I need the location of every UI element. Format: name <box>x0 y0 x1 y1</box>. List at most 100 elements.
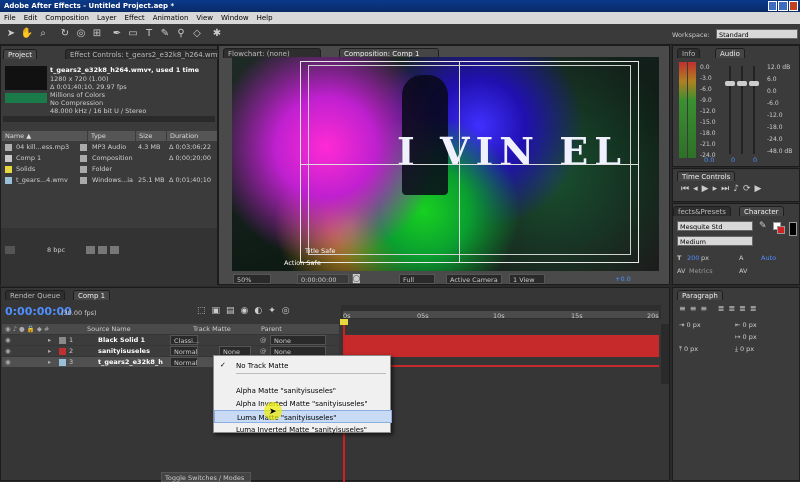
column-size[interactable]: Size <box>136 131 166 141</box>
font-family-select[interactable]: Mesquite Std <box>677 221 753 231</box>
composition-viewer[interactable]: I VIN EL Title Safe Action Safe <box>232 57 659 271</box>
minimize-button[interactable] <box>768 1 778 11</box>
menu-edit[interactable]: Edit <box>20 12 42 24</box>
zoom-select[interactable]: 50% <box>233 274 271 284</box>
close-button[interactable] <box>788 1 798 11</box>
audio-slider-thumb-center[interactable] <box>737 81 747 86</box>
menu-effect[interactable]: Effect <box>121 12 149 24</box>
visibility-icon[interactable]: ◉ <box>5 347 11 355</box>
menu-help[interactable]: Help <box>253 12 277 24</box>
kerning-value[interactable]: Metrics <box>689 267 713 275</box>
tab-character[interactable]: Character <box>739 206 784 216</box>
hand-tool-icon[interactable]: ✋ <box>20 27 34 41</box>
item-label-swatch[interactable] <box>80 155 87 162</box>
expand-triangle-icon[interactable]: ▸ <box>48 347 51 355</box>
font-style-select[interactable]: Medium <box>677 236 753 246</box>
layer-duration-bar[interactable] <box>345 335 659 346</box>
audio-level-center[interactable]: 0 <box>731 156 735 164</box>
layer-source-name[interactable]: Black Solid 1 <box>98 336 145 344</box>
search-field[interactable] <box>3 116 215 122</box>
tab-effects-presets[interactable]: fects&Presets <box>673 206 731 216</box>
source-name-header[interactable]: Source Name <box>87 325 131 333</box>
visibility-icon[interactable]: ◉ <box>5 358 11 366</box>
track-matte-option[interactable]: Alpha Matte "sanityisuseles" <box>214 384 392 397</box>
space-after-value[interactable]: ⤓ 0 px <box>735 345 754 354</box>
loop-icon[interactable]: ⟳ <box>743 184 755 194</box>
leading-value[interactable]: Auto <box>761 254 776 262</box>
indent-first-value[interactable]: ↦ 0 px <box>735 333 757 341</box>
menu-animation[interactable]: Animation <box>149 12 193 24</box>
track-matte-option[interactable]: Luma Matte "sanityisuseles" <box>214 410 392 423</box>
tab-paragraph[interactable]: Paragraph <box>677 290 723 300</box>
track-matte-option[interactable]: Luma Inverted Matte "sanityisuseles" <box>214 423 392 436</box>
timeline-scrollbar[interactable] <box>661 324 669 384</box>
maximize-button[interactable] <box>778 1 788 11</box>
layer-duration-bar[interactable] <box>345 346 659 357</box>
selection-tool-icon[interactable]: ➤ <box>4 27 18 41</box>
menu-file[interactable]: File <box>0 12 20 24</box>
snapshot-icon[interactable]: ◙ <box>352 274 362 284</box>
first-frame-icon[interactable]: ⏮ <box>681 184 693 194</box>
zoom-tool-icon[interactable]: ⌕ <box>36 27 50 41</box>
pen-tool-icon[interactable]: ✒ <box>110 27 124 41</box>
menu-view[interactable]: View <box>192 12 217 24</box>
eyedropper-icon[interactable]: ✎ <box>759 221 769 231</box>
indent-right-value[interactable]: ⇤ 0 px <box>735 321 757 329</box>
audio-slider-thumb-right[interactable] <box>749 81 759 86</box>
pickwhip-icon[interactable]: @ <box>260 336 267 344</box>
layer-mode-select[interactable]: Normal <box>170 346 198 356</box>
tab-render-queue[interactable]: Render Queue <box>5 290 66 300</box>
menu-window[interactable]: Window <box>217 12 253 24</box>
last-frame-icon[interactable]: ⏭ <box>721 184 733 194</box>
project-item[interactable]: 04 kill...ess.mp3 MP3 Audio 4.3 MB Δ 0;0… <box>2 143 216 153</box>
tab-effect-controls[interactable]: Effect Controls: t_gears2_e32k8_h264.wmv <box>65 49 227 59</box>
tab-project[interactable]: Project <box>3 49 37 59</box>
visibility-icon[interactable]: ◉ <box>5 336 11 344</box>
current-time-display[interactable]: 0:00:00:00 <box>297 274 349 284</box>
column-type[interactable]: Type <box>88 131 135 141</box>
project-item[interactable]: Comp 1 Composition Δ 0;00;20;00 <box>2 154 216 164</box>
tab-comp-timeline[interactable]: Comp 1 <box>73 290 111 300</box>
camera-tool-icon[interactable]: ◎ <box>74 27 88 41</box>
play-icon[interactable]: ▶ <box>702 184 713 194</box>
project-item[interactable]: t_gears...4.wmv Windows...ia 25.1 MB Δ 0… <box>2 176 216 186</box>
audio-slider-track-left[interactable] <box>729 66 731 154</box>
expand-triangle-icon[interactable]: ▸ <box>48 358 51 366</box>
layer-source-name[interactable]: t_gears2_e32k8_h <box>98 358 163 366</box>
layer-label-swatch[interactable] <box>59 359 66 366</box>
view-layout-select[interactable]: 1 View <box>509 274 545 284</box>
item-label-swatch[interactable] <box>80 166 87 173</box>
track-matte-header[interactable]: Track Matte <box>193 325 231 333</box>
menu-layer[interactable]: Layer <box>93 12 121 24</box>
audio-slider-track-center[interactable] <box>741 66 743 154</box>
prev-frame-icon[interactable]: ◂ <box>693 184 702 194</box>
workspace-select[interactable]: Standard <box>716 29 798 39</box>
audio-slider-track-right[interactable] <box>753 66 755 154</box>
trash-icon[interactable] <box>110 246 119 254</box>
audio-slider-thumb-left[interactable] <box>725 81 735 86</box>
layer-label-swatch[interactable] <box>59 337 66 344</box>
audio-level-right[interactable]: 0 <box>753 156 757 164</box>
new-comp-icon[interactable] <box>98 246 107 254</box>
track-matte-option[interactable]: Alpha Inverted Matte "sanityisuseles" <box>214 397 392 410</box>
track-matte-option[interactable]: ✓ No Track Matte <box>214 359 392 372</box>
timeline-switches-icons[interactable]: ⬚▣▤◉◐✦◎ <box>197 306 327 318</box>
pan-behind-tool-icon[interactable]: ⊞ <box>90 27 104 41</box>
menu-composition[interactable]: Composition <box>41 12 93 24</box>
exposure-value[interactable]: +0.0 <box>615 275 631 283</box>
audio-icon[interactable]: ♪ <box>733 184 743 194</box>
project-item[interactable]: Solids Folder <box>2 165 216 175</box>
column-name[interactable]: Name ▲ <box>2 131 87 141</box>
camera-select[interactable]: Active Camera <box>446 274 502 284</box>
rotate-tool-icon[interactable]: ↻ <box>58 27 72 41</box>
eraser-tool-icon[interactable]: ◇ <box>190 27 204 41</box>
layer-duration-bar[interactable] <box>345 365 659 367</box>
type-tool-icon[interactable]: T <box>142 27 156 41</box>
space-before-value[interactable]: ⤒ 0 px <box>679 345 698 354</box>
clone-stamp-tool-icon[interactable]: ⚲ <box>174 27 188 41</box>
indent-left-value[interactable]: ⇥ 0 px <box>679 321 701 329</box>
expand-triangle-icon[interactable]: ▸ <box>48 336 51 344</box>
puppet-tool-icon[interactable]: ✱ <box>210 27 224 41</box>
layer-label-swatch[interactable] <box>59 348 66 355</box>
layer-parent-select[interactable]: None <box>270 335 326 345</box>
